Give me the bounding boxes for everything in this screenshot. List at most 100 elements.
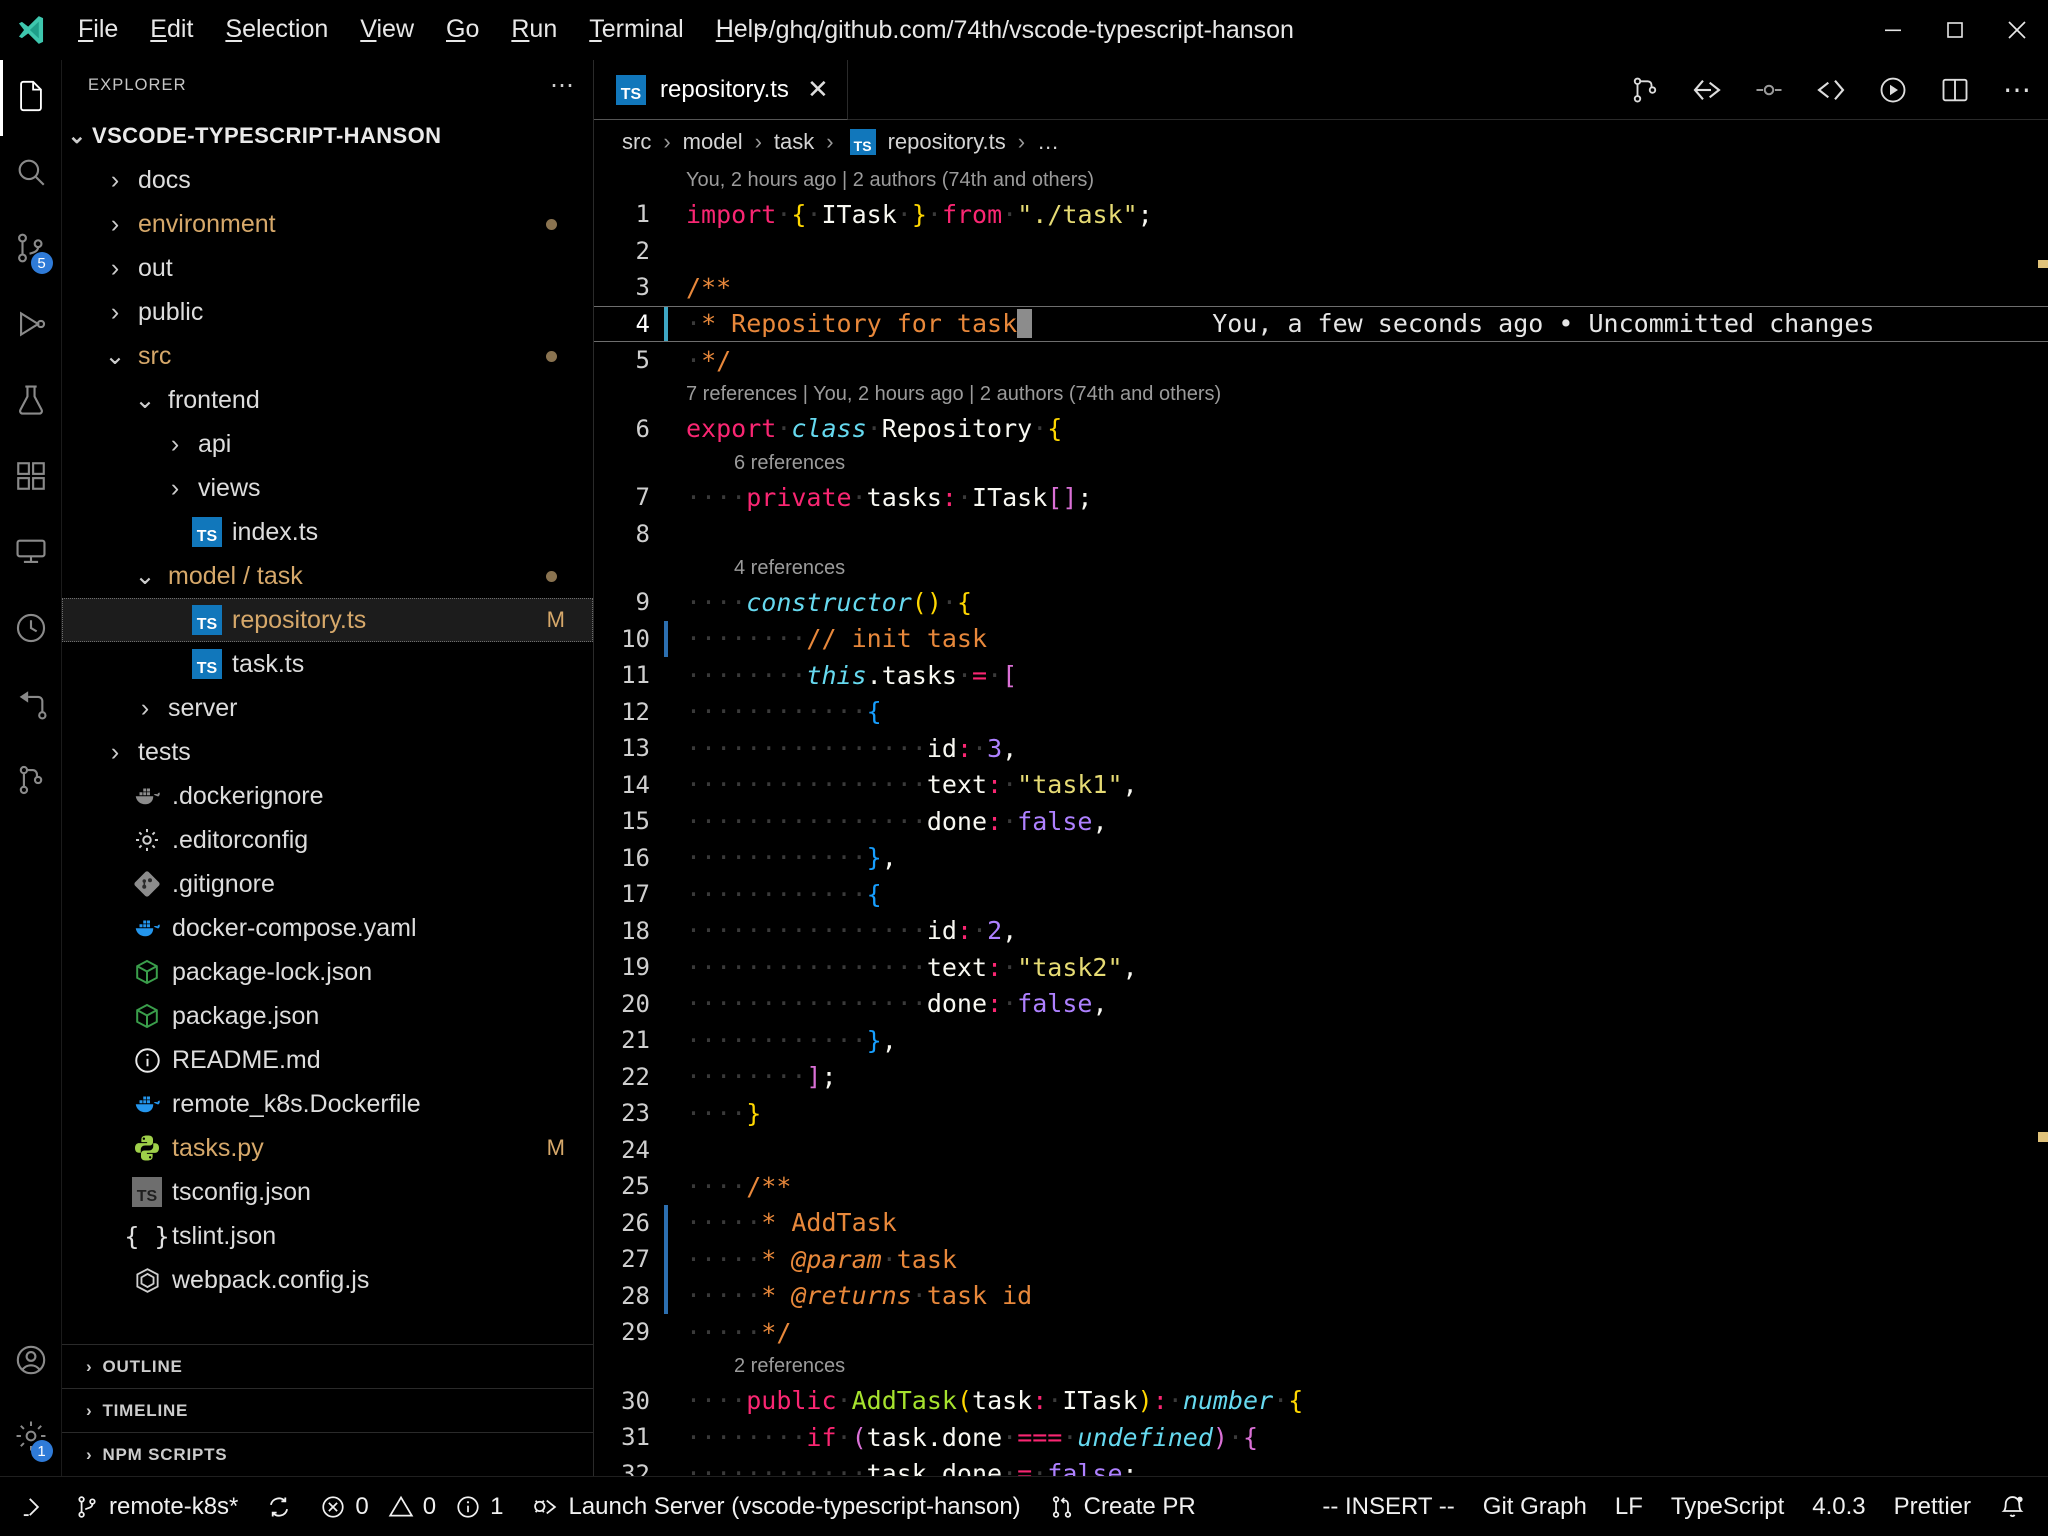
tree-item-model-task[interactable]: ⌄ model / task (62, 554, 593, 598)
activitybar-item-search[interactable] (0, 136, 62, 212)
activitybar-item-timeline[interactable] (0, 592, 62, 668)
tree-item-editorconfig[interactable]: .editorconfig (62, 818, 593, 862)
sidebar-section-timeline[interactable]: › TIMELINE (62, 1388, 593, 1432)
tree-item-docs[interactable]: › docs (62, 158, 593, 202)
tree-item-tsconfig-json[interactable]: TS tsconfig.json (62, 1170, 593, 1214)
status-bar[interactable]: remote-k8s* 0 0 1 (0, 1476, 2048, 1536)
menu-view[interactable]: View (344, 12, 430, 48)
status-eol[interactable]: LF (1601, 1477, 1657, 1536)
editorconfig-icon (130, 823, 164, 857)
status-launch-config[interactable]: Launch Server (vscode-typescript-hanson) (517, 1477, 1034, 1536)
more-actions-icon[interactable]: ⋯ (550, 71, 575, 100)
breadcrumb-item-symbols[interactable]: … (1037, 129, 1059, 155)
code-editor[interactable]: You, 2 hours ago | 2 authors (74th and o… (594, 164, 2048, 1476)
activitybar-item-run-and-debug[interactable] (0, 288, 62, 364)
activitybar-item-extensions[interactable] (0, 440, 62, 516)
status-vim-mode[interactable]: -- INSERT -- (1308, 1477, 1468, 1536)
tree-item-readme-md[interactable]: README.md (62, 1038, 593, 1082)
status-git-graph[interactable]: Git Graph (1469, 1477, 1601, 1536)
codelens-line30[interactable]: 2 references (594, 1351, 2048, 1383)
activitybar-item-testing[interactable] (0, 364, 62, 440)
minimap[interactable] (2034, 164, 2048, 1476)
code-line-content: ·····* @returns·task id (664, 1281, 1032, 1310)
step-over-button[interactable] (1738, 60, 1800, 120)
more-actions-button[interactable]: ⋯ (1986, 60, 2048, 120)
tree-item-task-ts[interactable]: TS task.ts (62, 642, 593, 686)
close-button[interactable] (1986, 0, 2048, 60)
status-notifications[interactable] (1985, 1477, 2048, 1536)
file-tree[interactable]: ⌄ VSCODE-TYPESCRIPT-HANSON › docs › envi… (62, 110, 593, 1344)
tree-item-gitignore[interactable]: .gitignore (62, 862, 593, 906)
run-icon-button[interactable] (1862, 60, 1924, 120)
minimize-button[interactable] (1862, 0, 1924, 60)
tree-item-dockerignore[interactable]: .dockerignore (62, 774, 593, 818)
menu-file[interactable]: File (62, 12, 134, 48)
tree-item-environment[interactable]: › environment (62, 202, 593, 246)
status-remote-indicator[interactable] (0, 1477, 60, 1536)
tree-item-tslint-json[interactable]: { } tslint.json (62, 1214, 593, 1258)
go-back-button[interactable] (1676, 60, 1738, 120)
tree-item-src[interactable]: ⌄ src (62, 334, 593, 378)
maximize-button[interactable] (1924, 0, 1986, 60)
activitybar-item-explorer[interactable] (0, 60, 62, 136)
codelens-line6[interactable]: 7 references | You, 2 hours ago | 2 auth… (594, 379, 2048, 411)
activitybar-item-github-pr[interactable] (0, 668, 62, 744)
status-language-mode[interactable]: TypeScript (1657, 1477, 1798, 1536)
tree-item-server[interactable]: › server (62, 686, 593, 730)
tree-item-tests[interactable]: › tests (62, 730, 593, 774)
activity-bar[interactable]: 5 (0, 60, 62, 1476)
sidebar-collapsed-sections[interactable]: › OUTLINE › TIMELINE › NPM SCRIPTS (62, 1344, 593, 1476)
tree-item-out[interactable]: › out (62, 246, 593, 290)
codelens-line7[interactable]: 6 references (594, 447, 2048, 479)
activitybar-item-git-graph[interactable] (0, 744, 62, 820)
menu-edit[interactable]: Edit (134, 12, 209, 48)
tree-item-public[interactable]: › public (62, 290, 593, 334)
tree-item-package-lock-json[interactable]: package-lock.json (62, 950, 593, 994)
menu-selection[interactable]: Selection (209, 12, 344, 48)
menu-terminal[interactable]: Terminal (573, 12, 699, 48)
line-number: 3 (594, 273, 664, 301)
tree-item-index-ts[interactable]: TS index.ts (62, 510, 593, 554)
tree-item-repository-ts[interactable]: TS repository.ts M (62, 598, 593, 642)
chevron-down-icon: ⌄ (62, 123, 92, 149)
breadcrumb-item-src[interactable]: src (622, 129, 651, 155)
activitybar-item-settings[interactable]: 1 (0, 1400, 62, 1476)
status-create-pr[interactable]: Create PR (1035, 1477, 1210, 1536)
breadcrumb-item-model[interactable]: model (683, 129, 743, 155)
activitybar-item-accounts[interactable] (0, 1324, 62, 1400)
breadcrumb-item-file[interactable]: repository.ts (888, 129, 1006, 155)
tree-item-frontend[interactable]: ⌄ frontend (62, 378, 593, 422)
go-forward-button[interactable] (1800, 60, 1862, 120)
breadcrumb[interactable]: src › model › task › TS repository.ts › … (594, 120, 2048, 164)
split-editor-button[interactable] (1924, 60, 1986, 120)
tree-item-tasks-py[interactable]: tasks.py M (62, 1126, 593, 1170)
menu-go[interactable]: Go (430, 12, 495, 48)
tree-item-package-json[interactable]: package.json (62, 994, 593, 1038)
tree-item-api[interactable]: › api (62, 422, 593, 466)
status-ts-version[interactable]: 4.0.3 (1798, 1477, 1879, 1536)
sidebar-section-outline[interactable]: › OUTLINE (62, 1344, 593, 1388)
status-sync-changes[interactable] (252, 1477, 306, 1536)
close-icon[interactable]: ✕ (807, 74, 829, 105)
tree-item-webpack-config-js[interactable]: webpack.config.js (62, 1258, 593, 1302)
tree-item-docker-compose-yaml[interactable]: docker-compose.yaml (62, 906, 593, 950)
tree-item-views[interactable]: › views (62, 466, 593, 510)
sidebar-section-npm-scripts[interactable]: › NPM SCRIPTS (62, 1432, 593, 1476)
menu-bar[interactable]: File Edit Selection View Go Run Terminal… (62, 12, 783, 48)
activitybar-item-source-control[interactable]: 5 (0, 212, 62, 288)
line-number: 5 (594, 346, 664, 374)
status-git-branch[interactable]: remote-k8s* (60, 1477, 252, 1536)
tree-root-folder[interactable]: ⌄ VSCODE-TYPESCRIPT-HANSON (62, 114, 593, 158)
menu-run[interactable]: Run (495, 12, 573, 48)
tree-item-remote-k8s-dockerfile[interactable]: remote_k8s.Dockerfile (62, 1082, 593, 1126)
source-control-compare-button[interactable] (1614, 60, 1676, 120)
menu-help[interactable]: Help (700, 12, 783, 48)
codelens-line1[interactable]: You, 2 hours ago | 2 authors (74th and o… (594, 164, 2048, 196)
breadcrumb-item-task[interactable]: task (774, 129, 814, 155)
status-problems[interactable]: 0 0 1 (306, 1477, 517, 1536)
code-line-16: 16 ············}, (594, 840, 2048, 877)
status-formatter[interactable]: Prettier (1880, 1477, 1985, 1536)
tab-repository-ts[interactable]: TS repository.ts ✕ (594, 60, 848, 120)
activitybar-item-remote-explorer[interactable] (0, 516, 62, 592)
codelens-line9[interactable]: 4 references (594, 552, 2048, 584)
